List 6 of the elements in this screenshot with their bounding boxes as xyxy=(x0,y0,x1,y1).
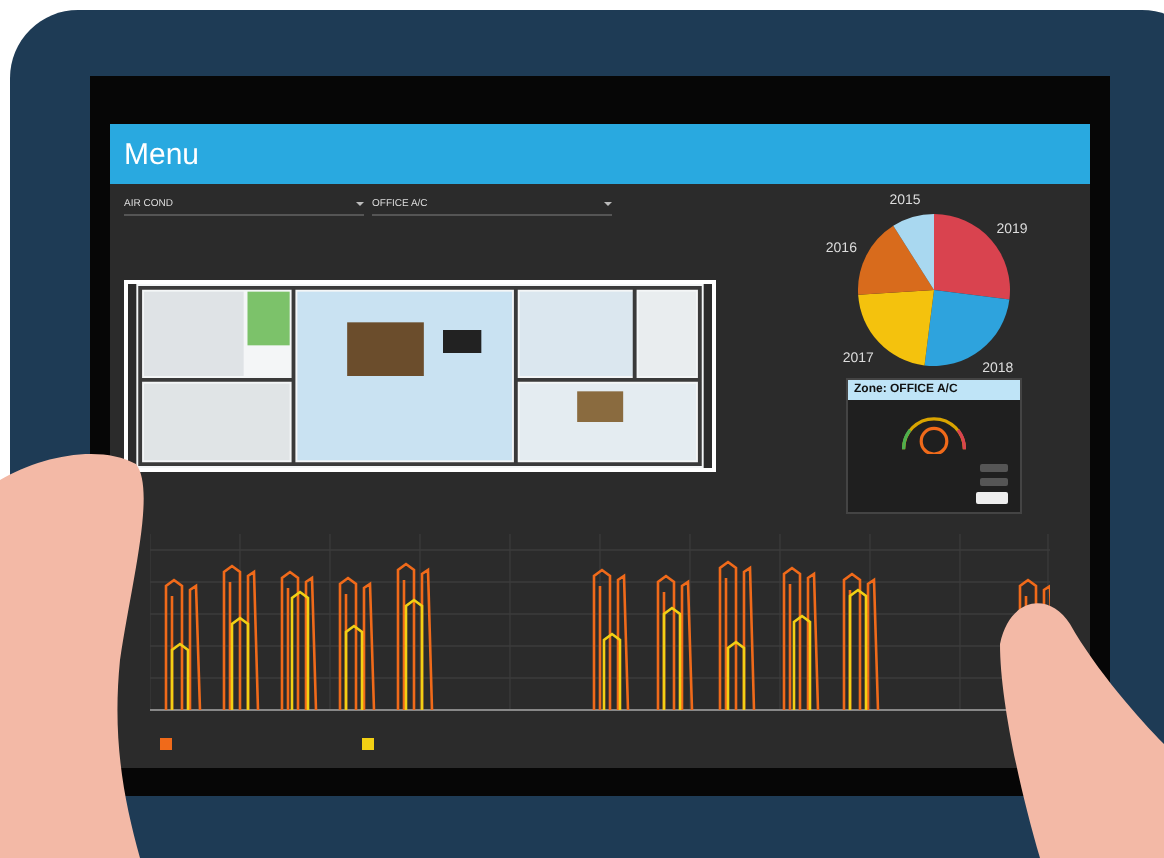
caret-icon xyxy=(356,202,364,206)
status-field[interactable] xyxy=(980,464,1008,472)
header-title: Menu xyxy=(124,137,200,171)
override-button[interactable] xyxy=(976,492,1008,504)
temperature-field[interactable] xyxy=(980,478,1008,486)
caret-icon xyxy=(604,202,612,206)
